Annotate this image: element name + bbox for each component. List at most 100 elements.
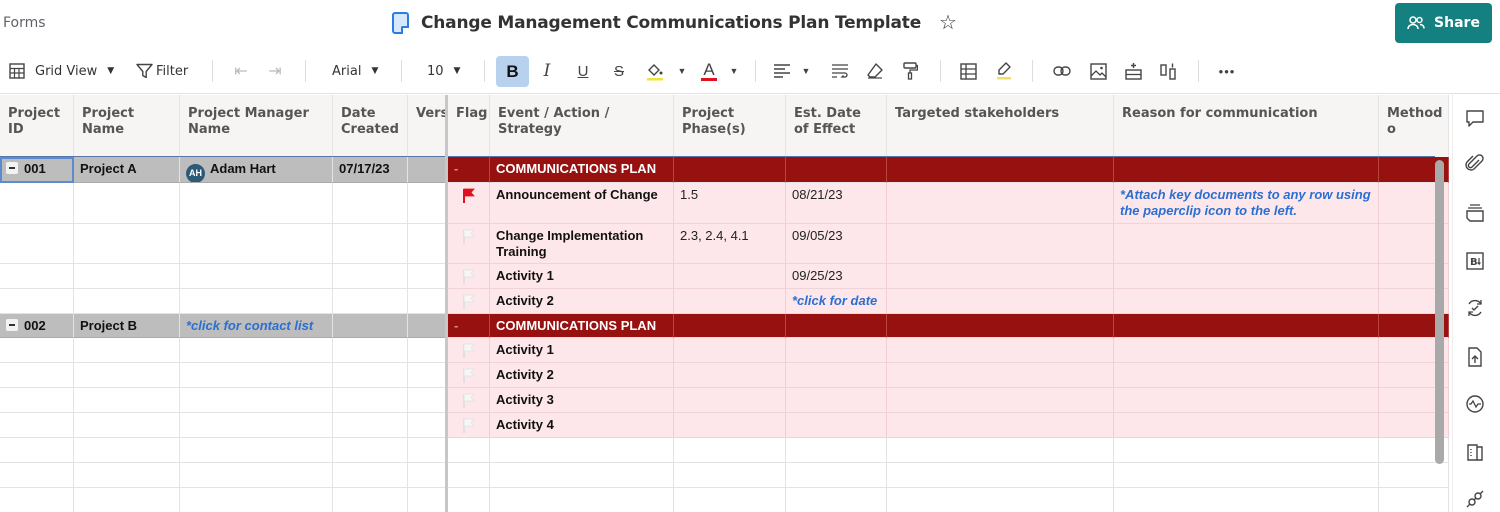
flag-icon[interactable] — [462, 294, 476, 309]
cell-version[interactable] — [408, 264, 448, 289]
cell-event[interactable] — [490, 488, 674, 512]
cell-project-id[interactable] — [0, 183, 74, 224]
cell-reason[interactable] — [1114, 488, 1379, 512]
column-header-project-id[interactable]: Project ID — [0, 95, 74, 157]
column-header-project-name[interactable]: Project Name — [74, 95, 180, 157]
cell-stakeholders[interactable] — [887, 438, 1114, 463]
cell-reason[interactable] — [1114, 463, 1379, 488]
attachments-icon[interactable] — [1463, 153, 1487, 177]
text-color-button[interactable]: A — [697, 59, 721, 83]
cell-project-id[interactable]: 002 — [0, 314, 74, 338]
cell-version[interactable] — [408, 157, 448, 183]
cell-method[interactable] — [1379, 488, 1449, 512]
cell-est-date[interactable] — [786, 338, 887, 363]
cell-project-name[interactable] — [74, 264, 180, 289]
cell-flag[interactable] — [448, 183, 490, 224]
cell-project-name[interactable] — [74, 488, 180, 512]
cell-version[interactable] — [408, 463, 448, 488]
date-hint[interactable]: *click for date — [792, 293, 877, 308]
indent-icon[interactable]: ⇥ — [263, 59, 287, 83]
cell-phase[interactable] — [674, 438, 786, 463]
cell-stakeholders[interactable] — [887, 338, 1114, 363]
image-icon[interactable] — [1086, 59, 1110, 83]
cell-event[interactable]: Activity 2 — [490, 363, 674, 388]
cell-flag[interactable] — [448, 463, 490, 488]
cell-version[interactable] — [408, 338, 448, 363]
update-requests-icon[interactable] — [1463, 296, 1487, 320]
flag-icon[interactable] — [462, 188, 476, 203]
cell-stakeholders[interactable] — [887, 183, 1114, 224]
cell-project-id[interactable] — [0, 413, 74, 438]
column-header-event[interactable]: Event / Action / Strategy — [490, 95, 674, 157]
column-header-method[interactable]: Method o — [1379, 95, 1449, 157]
cell-phase[interactable] — [674, 264, 786, 289]
more-options-icon[interactable]: ••• — [1215, 59, 1239, 83]
flag-icon[interactable] — [462, 343, 476, 358]
cell-flag[interactable] — [448, 338, 490, 363]
link-icon[interactable] — [1050, 59, 1074, 83]
cell-project-name[interactable] — [74, 388, 180, 413]
cell-project-id[interactable] — [0, 388, 74, 413]
format-painter-icon[interactable] — [898, 59, 922, 83]
cell-flag[interactable] — [448, 413, 490, 438]
cell-date-created[interactable] — [333, 488, 408, 512]
briefcase-icon[interactable]: B — [1463, 249, 1487, 273]
cell-stakeholders[interactable] — [887, 413, 1114, 438]
flag-icon[interactable] — [462, 393, 476, 408]
cell-stakeholders[interactable] — [887, 463, 1114, 488]
cell-version[interactable] — [408, 183, 448, 224]
cell-event[interactable]: Activity 2 — [490, 289, 674, 314]
cell-flag[interactable]: - — [448, 314, 490, 338]
strikethrough-button[interactable]: S — [607, 59, 631, 83]
align-left-icon[interactable] — [770, 59, 794, 83]
cell-project-id[interactable] — [0, 363, 74, 388]
activity-row[interactable]: Activity 2 *click for date — [0, 289, 1449, 314]
cell-stakeholders[interactable] — [887, 388, 1114, 413]
cell-project-name[interactable] — [74, 438, 180, 463]
flag-icon[interactable] — [462, 368, 476, 383]
cell-event[interactable] — [490, 463, 674, 488]
column-header-phase[interactable]: Project Phase(s) — [674, 95, 786, 157]
outdent-icon[interactable]: ⇤ — [229, 59, 253, 83]
cell-event[interactable]: Announcement of Change — [490, 183, 674, 224]
table-format-icon[interactable] — [956, 59, 980, 83]
collapse-icon[interactable] — [6, 319, 18, 331]
cell-project-id[interactable]: 001 — [0, 157, 74, 183]
cell-reason[interactable] — [1114, 314, 1379, 338]
eraser-icon[interactable] — [863, 59, 887, 83]
cell-stakeholders[interactable] — [887, 264, 1114, 289]
favorite-star-icon[interactable]: ☆ — [939, 10, 957, 35]
cell-method[interactable] — [1379, 463, 1449, 488]
cell-date-created[interactable] — [333, 183, 408, 224]
wrap-text-icon[interactable] — [828, 59, 852, 83]
activity-row[interactable]: Activity 3 — [0, 388, 1449, 413]
cell-reason[interactable]: *Attach key documents to any row using t… — [1114, 183, 1379, 224]
font-family-dropdown[interactable]: Arial ▼ — [332, 48, 378, 94]
cell-reason[interactable] — [1114, 264, 1379, 289]
cell-reason[interactable] — [1114, 388, 1379, 413]
activity-row[interactable]: Activity 1 09/25/23 — [0, 264, 1449, 289]
cell-reason[interactable] — [1114, 289, 1379, 314]
flag-icon[interactable] — [462, 269, 476, 284]
cell-date-created[interactable] — [333, 413, 408, 438]
cell-project-name[interactable] — [74, 289, 180, 314]
cell-est-date[interactable] — [786, 157, 887, 183]
cell-project-manager[interactable] — [180, 224, 333, 264]
cell-version[interactable] — [408, 413, 448, 438]
cell-flag[interactable] — [448, 289, 490, 314]
cell-stakeholders[interactable] — [887, 224, 1114, 264]
cell-flag[interactable] — [448, 488, 490, 512]
cell-flag[interactable] — [448, 388, 490, 413]
cell-project-manager[interactable]: AH Adam Hart — [180, 157, 333, 183]
cell-stakeholders[interactable] — [887, 488, 1114, 512]
insert-row-icon[interactable] — [1121, 59, 1145, 83]
activity-row[interactable]: Activity 1 — [0, 338, 1449, 363]
chevron-down-icon[interactable]: ▼ — [670, 59, 694, 83]
cell-reason[interactable] — [1114, 363, 1379, 388]
empty-row[interactable] — [0, 488, 1449, 512]
cell-version[interactable] — [408, 289, 448, 314]
cell-project-id[interactable] — [0, 463, 74, 488]
cell-project-name[interactable] — [74, 338, 180, 363]
cell-event[interactable] — [490, 438, 674, 463]
flag-icon[interactable] — [462, 418, 476, 433]
